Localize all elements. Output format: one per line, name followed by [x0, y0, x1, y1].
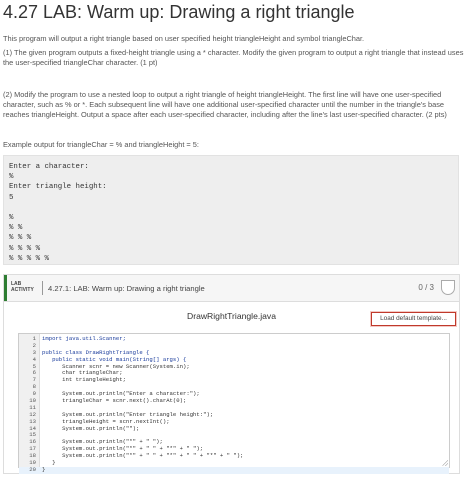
sample-line: Enter triangle height:: [9, 183, 107, 192]
code-text: int triangleHeight;: [42, 376, 126, 384]
completion-badge-icon: [441, 280, 455, 295]
sample-line: [9, 203, 453, 213]
code-editor[interactable]: 1 import java.util.Scanner; 2 3 public cla…: [18, 333, 450, 474]
code-text: }: [42, 465, 46, 473]
lab-title: 4.27.1: LAB: Warm up: Drawing a right tr…: [48, 284, 205, 293]
load-default-template-button[interactable]: Load default template...: [371, 312, 456, 326]
code-line-current[interactable]: 20}: [19, 465, 449, 474]
code-text: System.out.println("");: [42, 424, 140, 432]
code-text: triangleChar = scnr.next().charAt(0);: [42, 397, 187, 405]
line-number: 20: [29, 465, 36, 473]
code-line[interactable]: 19 }: [19, 459, 449, 467]
code-area[interactable]: 1 import java.util.Scanner; 2 3 public cla…: [19, 335, 449, 474]
code-line[interactable]: 10 triangleChar = scnr.next().charAt(0);: [19, 397, 449, 405]
lab-accent-strip: [4, 275, 7, 301]
lab-tag-line2: ACTIVITY: [11, 287, 34, 293]
sample-line: % % %: [9, 234, 32, 243]
lab-header: LAB ACTIVITY 4.27.1: LAB: Warm up: Drawi…: [4, 275, 459, 302]
code-line[interactable]: 14 System.out.println("");: [19, 424, 449, 433]
sample-line: %: [9, 213, 14, 222]
code-line[interactable]: 18 System.out.println("*" + " " + "*" + …: [19, 452, 449, 460]
sample-line: % %: [9, 224, 23, 233]
page-title: 4.27 LAB: Warm up: Drawing a right trian…: [3, 2, 355, 22]
code-text: System.out.println("*" + " " + "*" + " "…: [42, 452, 244, 460]
sample-line: % % % % %: [9, 254, 49, 263]
lab-activity-tag: LAB ACTIVITY: [11, 281, 34, 293]
intro-text: This program will output a right triangl…: [3, 34, 365, 43]
code-line[interactable]: 1 import java.util.Scanner;: [19, 335, 449, 343]
lab-activity-panel: LAB ACTIVITY 4.27.1: LAB: Warm up: Drawi…: [3, 274, 460, 474]
code-text: import java.util.Scanner;: [42, 335, 126, 342]
sample-line: Enter a character:: [9, 163, 89, 171]
resize-handle-icon[interactable]: [442, 460, 448, 466]
sample-line: 5: [9, 193, 14, 202]
lab-score: 0 / 3: [418, 283, 434, 292]
step2-text: (2) Modify the program to use a nested l…: [3, 90, 447, 119]
code-line[interactable]: 7 int triangleHeight;: [19, 376, 449, 384]
example-caption: Example output for triangleChar = % and …: [3, 140, 199, 149]
lab-header-divider: [42, 281, 43, 295]
sample-line: % % % %: [9, 244, 41, 253]
sample-output-box: Enter a character: % Enter triangle heig…: [3, 155, 459, 265]
step1-text: (1) The given program outputs a fixed-he…: [3, 48, 464, 67]
sample-line: %: [9, 173, 14, 182]
